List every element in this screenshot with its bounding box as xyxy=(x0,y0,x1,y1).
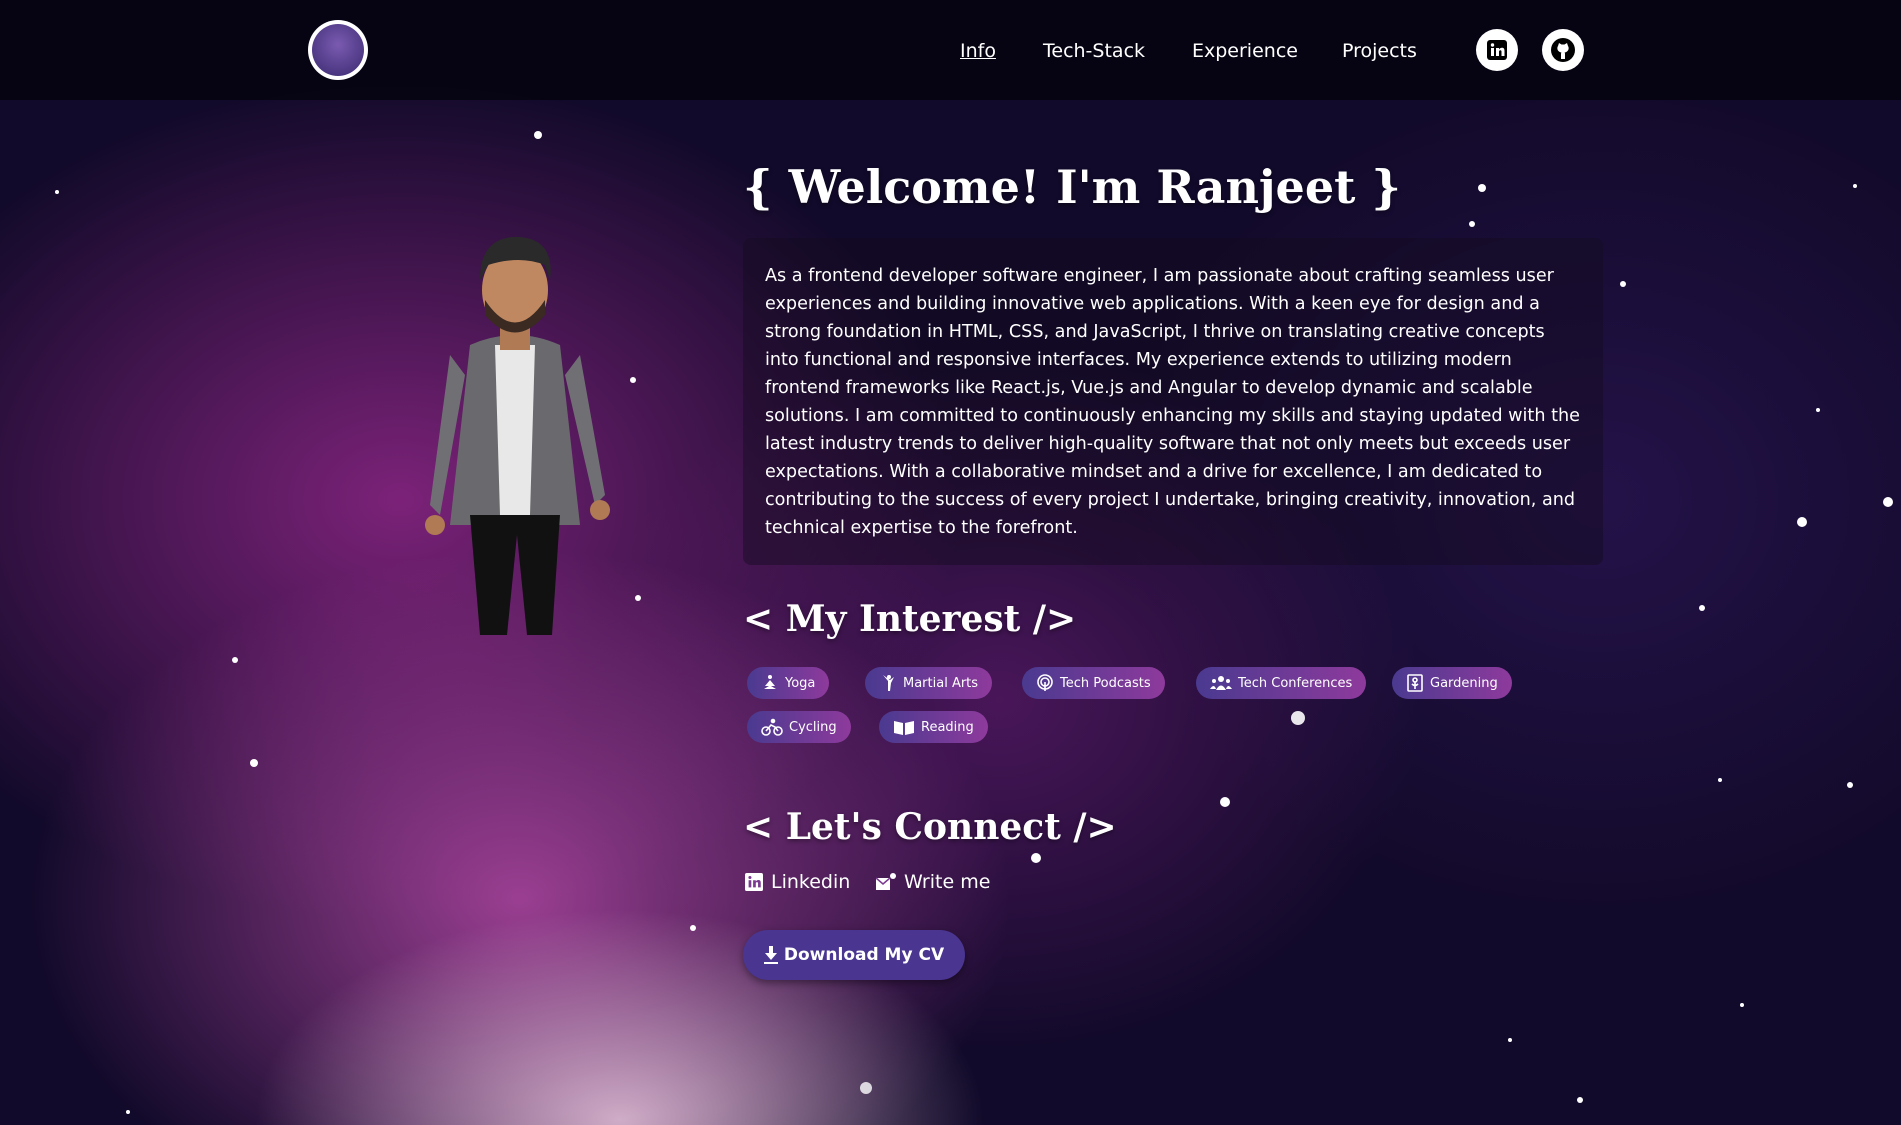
3d-avatar-character xyxy=(425,236,610,635)
download-cv-label: Download My CV xyxy=(783,945,945,965)
interest-heading: < My Interest /> xyxy=(743,598,1077,640)
interest-chip-martial-arts[interactable]: Martial Arts xyxy=(865,667,993,699)
chip-label: Martial Arts xyxy=(903,675,979,691)
martial-arts-icon xyxy=(883,675,894,691)
avatar-logo[interactable] xyxy=(308,20,368,80)
nav-info[interactable]: Info xyxy=(960,40,996,62)
interest-chip-gardening[interactable]: Gardening xyxy=(1392,667,1512,699)
nav-projects[interactable]: Projects xyxy=(1342,40,1417,62)
mail-icon xyxy=(876,873,896,890)
interest-chip-tech-podcasts[interactable]: Tech Podcasts xyxy=(1022,667,1165,699)
nav-tech-stack[interactable]: Tech-Stack xyxy=(1043,40,1145,62)
book-icon xyxy=(894,721,914,735)
interest-chip-yoga[interactable]: Yoga xyxy=(747,667,830,699)
chip-label: Cycling xyxy=(789,719,837,735)
download-icon xyxy=(763,946,778,964)
about-text: As a frontend developer software enginee… xyxy=(743,238,1603,565)
chip-label: Gardening xyxy=(1430,675,1498,691)
chip-label: Tech Podcasts xyxy=(1060,675,1151,691)
chip-label: Reading xyxy=(921,719,974,735)
chip-label: Yoga xyxy=(785,675,816,691)
yoga-icon xyxy=(764,675,776,689)
connect-heading: < Let's Connect /> xyxy=(743,806,1117,848)
linkedin-link-label: Linkedin xyxy=(771,871,851,893)
github-button[interactable] xyxy=(1542,29,1584,71)
interest-chip-tech-conferences[interactable]: Tech Conferences xyxy=(1196,667,1367,699)
chip-label: Tech Conferences xyxy=(1238,675,1353,691)
nav-experience[interactable]: Experience xyxy=(1192,40,1298,62)
download-cv-button[interactable]: Download My CV xyxy=(743,930,965,980)
page-title: { Welcome! I'm Ranjeet } xyxy=(743,160,1401,214)
interest-chip-reading[interactable]: Reading xyxy=(879,711,988,743)
linkedin-icon xyxy=(1487,40,1507,60)
interest-chip-cycling[interactable]: Cycling xyxy=(747,711,851,743)
write-me-label: Write me xyxy=(904,871,991,893)
linkedin-icon xyxy=(745,873,763,891)
write-me-link[interactable]: Write me xyxy=(876,871,990,893)
top-nav-bar: Info Tech-Stack Experience Projects xyxy=(0,0,1901,100)
linkedin-link[interactable]: Linkedin xyxy=(745,871,850,893)
bicycle-icon xyxy=(761,718,783,736)
people-icon xyxy=(1210,676,1232,690)
linkedin-button[interactable] xyxy=(1476,29,1518,71)
github-icon xyxy=(1551,38,1575,62)
podcast-icon xyxy=(1037,674,1053,691)
plant-icon xyxy=(1407,674,1423,692)
